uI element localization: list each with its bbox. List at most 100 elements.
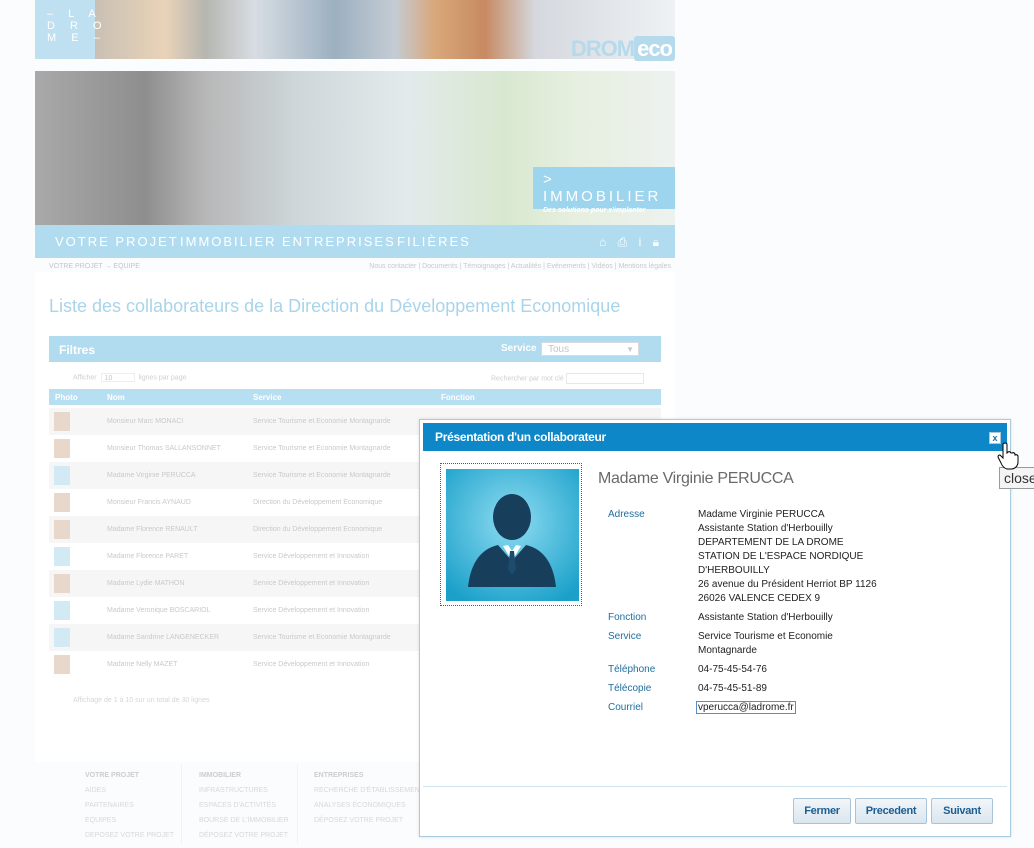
avatar (54, 574, 70, 593)
dromeco-logo-right: eco (634, 36, 675, 61)
footer-link[interactable]: DEPOSEZ VOTRE PROJET (85, 832, 174, 839)
footer-link[interactable]: RECHERCHE D'ÉTABLISSEMENTS (314, 787, 429, 794)
email-link[interactable]: vperucca@ladrome.fr (696, 701, 796, 714)
avatar (54, 466, 70, 485)
next-button[interactable]: Suivant (931, 798, 993, 824)
avatar (54, 655, 70, 674)
row-name: Madame Virginie PERUCCA (107, 472, 196, 479)
avatar (54, 439, 70, 458)
telecopie-label: Télécopie (608, 683, 652, 694)
fonction-value: Assistante Station d'Herbouilly (698, 612, 833, 623)
home-icon[interactable]: ⌂ (599, 235, 606, 249)
column-header-photo[interactable]: Photo (55, 393, 78, 402)
table-header: Photo Nom Service Fonction (49, 389, 661, 405)
footer-link[interactable]: DÉPOSEZ VOTRE PROJET (314, 817, 403, 824)
table-search: Rechercher par mot clé (491, 373, 644, 384)
footer-heading: VOTRE PROJET (85, 772, 140, 779)
row-name: Madame Sandrine LANGENECKER (107, 634, 220, 641)
avatar (54, 628, 70, 647)
footer-heading: ENTREPRISES (314, 772, 364, 779)
service-filter-select[interactable]: Tous ▼ (541, 342, 639, 356)
footer-link[interactable]: ANALYSES ÉCONOMIQUES (314, 802, 406, 809)
service-label: Service (608, 631, 642, 642)
row-name: Monsieur Francis AYNAUD (107, 499, 191, 506)
hand-cursor-icon (997, 442, 1019, 470)
footer-link[interactable]: INFRASTRUCTURES (199, 787, 268, 794)
hero-caption-subtitle: Des solutions pour s'implanter (543, 207, 646, 214)
dialog-titlebar[interactable]: Présentation d'un collaborateur x (423, 423, 1007, 451)
footer-link[interactable]: ESPACES D'ACTIVITÉS (199, 802, 276, 809)
la-drome-logo[interactable]: – L A D R O M E – (35, 0, 102, 59)
previous-button[interactable]: Precedent (855, 798, 927, 824)
footer-link[interactable]: DÉPOSEZ VOTRE PROJET (199, 832, 288, 839)
footer-col-votre-projet: VOTRE PROJET AIDES PARTENAIRES EQUIPES D… (85, 768, 174, 843)
telephone-label: Téléphone (608, 664, 656, 675)
row-service: Service Tourisme et Economie Montagnarde (253, 418, 391, 425)
telephone-value: 04-75-45-54-76 (698, 664, 767, 675)
page-length-suffix: lignes par page (138, 374, 187, 382)
adresse-label: Adresse (608, 509, 645, 520)
dialog-title: Présentation d'un collaborateur (435, 430, 606, 444)
nav-item-entreprises[interactable]: ENTREPRISES (282, 234, 396, 249)
row-service: Service Tourisme et Economie Montagnarde (253, 634, 391, 641)
nav-item-immobilier[interactable]: IMMOBILIER (180, 234, 277, 249)
row-service: Service Tourisme et Economie Montagnarde (253, 472, 391, 479)
row-name: Monsieur Marc MONACI (107, 418, 184, 425)
page-length-select[interactable]: 10 (100, 373, 135, 382)
row-service: Service Développement et Innovation (253, 607, 370, 614)
row-service: Service Tourisme et Economie Montagnarde (253, 445, 391, 452)
column-header-fonction[interactable]: Fonction (441, 393, 475, 402)
footer-link[interactable]: BOURSE DE L'IMMOBILIER (199, 817, 289, 824)
top-links[interactable]: Nous contacter | Documents | Témoignages… (369, 263, 671, 270)
table-search-input[interactable] (565, 373, 644, 384)
footer-link[interactable]: EQUIPES (85, 817, 116, 824)
footer-col-immobilier: IMMOBILIER INFRASTRUCTURES ESPACES D'ACT… (199, 768, 289, 843)
service-filter-value: Tous (548, 344, 570, 355)
hero-caption[interactable]: > IMMOBILIER Des solutions pour s'implan… (533, 167, 675, 214)
dromeco-logo[interactable]: DROM eco (565, 36, 675, 61)
avatar (54, 493, 70, 512)
row-service: Service Développement et Innovation (253, 553, 370, 560)
print-icon[interactable]: ⎙ (618, 235, 628, 249)
main-nav: VOTRE PROJET IMMOBILIER ENTREPRISES FILI… (35, 225, 675, 258)
collaborator-photo-frame (440, 463, 582, 606)
close-button[interactable]: Fermer (793, 798, 851, 824)
footer-divider (297, 764, 298, 844)
hero-caption-title: > IMMOBILIER (543, 171, 662, 205)
table-info: Affichage de 1 à 10 sur un total de 30 l… (73, 697, 210, 704)
avatar (54, 412, 70, 431)
close-tooltip: close (999, 467, 1034, 489)
row-service: Direction du Développement Economique (253, 526, 383, 533)
breadcrumb[interactable]: VOTRE PROJET → EQUIPE (49, 263, 140, 270)
hero-image: > IMMOBILIER Des solutions pour s'implan… (35, 71, 675, 225)
page-length-control: Afficher 10 lignes par page (73, 373, 186, 382)
row-name: Madame Florence RENAULT (107, 526, 198, 533)
courriel-value: vperucca@ladrome.fr (696, 701, 796, 715)
filters-bar: Filtres Service Tous ▼ (49, 336, 661, 362)
chevron-down-icon: ▼ (626, 345, 634, 354)
fonction-label: Fonction (608, 612, 647, 623)
person-silhouette-icon (446, 469, 579, 601)
footer-divider (181, 764, 182, 844)
dialog-divider (423, 786, 1007, 787)
lock-icon[interactable]: 🔒︎ (653, 235, 659, 249)
nav-icons: ⌂ ⎙ i 🔒︎ (599, 235, 659, 250)
row-name: Madame Veronique BOSCARIOL (107, 607, 211, 614)
footer-col-entreprises: ENTREPRISES RECHERCHE D'ÉTABLISSEMENTS A… (314, 768, 429, 828)
row-name: Madame Nelly MAZET (107, 661, 178, 668)
info-icon[interactable]: i (639, 235, 642, 249)
avatar (54, 520, 70, 539)
nav-item-filieres[interactable]: FILIÈRES (397, 234, 471, 249)
table-search-label: Rechercher par mot clé (491, 375, 564, 383)
footer-link[interactable]: AIDES (85, 787, 106, 794)
nav-item-votre-projet[interactable]: VOTRE PROJET (55, 234, 179, 249)
column-header-nom[interactable]: Nom (107, 393, 125, 402)
service-filter-label: Service (501, 343, 537, 354)
row-name: Madame Florence PARET (107, 553, 189, 560)
telecopie-value: 04-75-45-51-89 (698, 683, 767, 694)
collaborator-name: Madame Virginie PERUCCA (598, 470, 794, 487)
avatar (54, 601, 70, 620)
column-header-service[interactable]: Service (253, 393, 281, 402)
footer-link[interactable]: PARTENAIRES (85, 802, 134, 809)
row-service: Direction du Développement Economique (253, 499, 383, 506)
